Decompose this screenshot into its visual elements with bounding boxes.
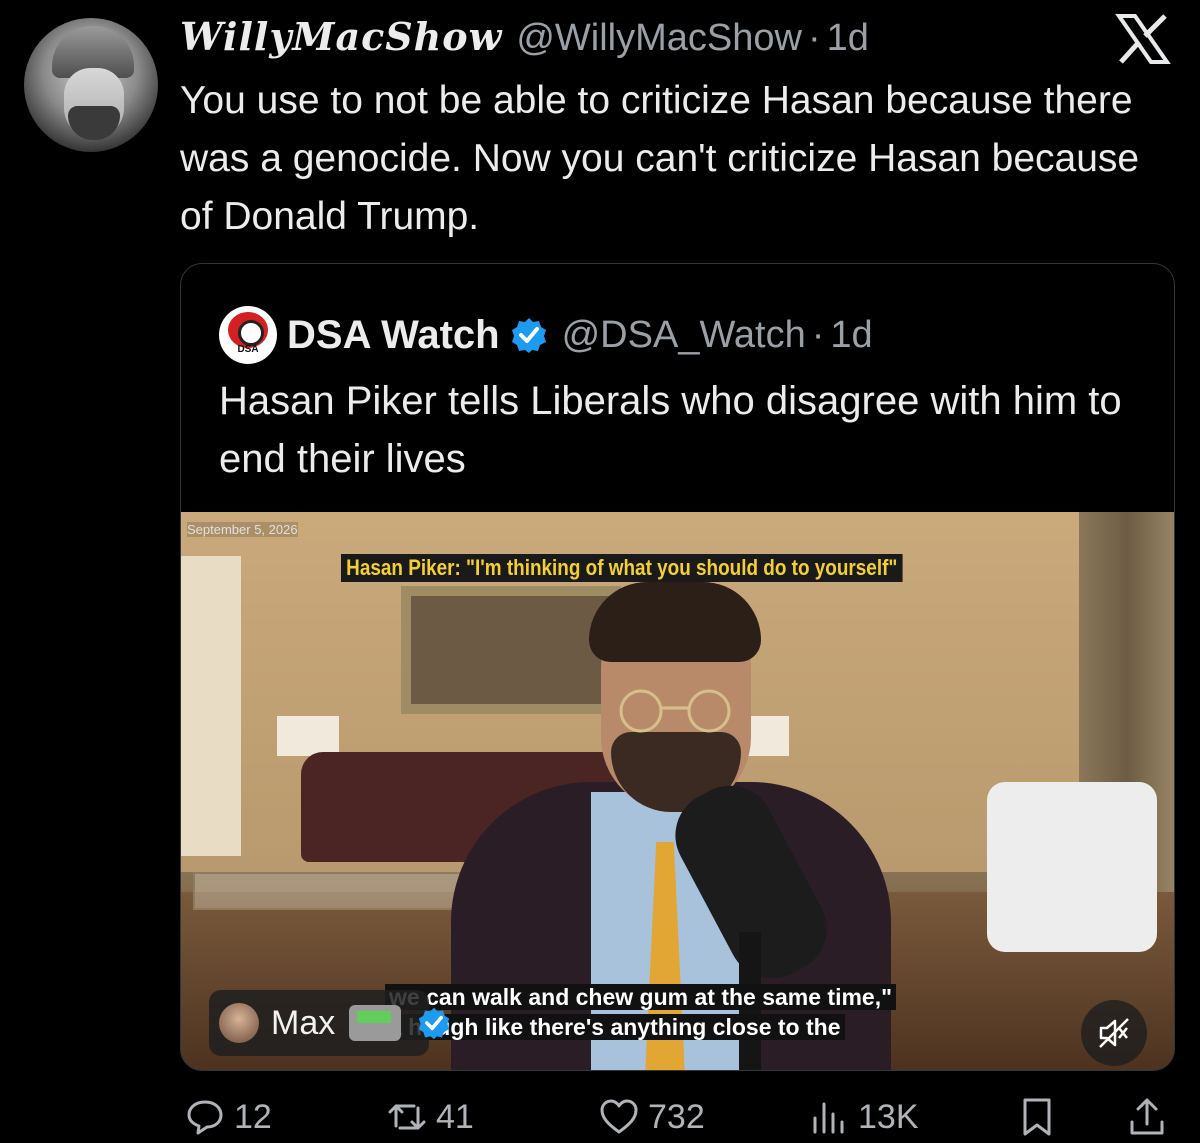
creator-pill[interactable]: Max xyxy=(209,990,429,1056)
x-logo-icon xyxy=(1115,14,1171,64)
quote-avatar[interactable]: DSA xyxy=(219,306,277,364)
video-person-hair xyxy=(589,582,761,662)
views-button[interactable]: 13K xyxy=(808,1092,919,1142)
video-player[interactable]: September 5, 2026 Hasan Piker: "I'm thin… xyxy=(181,512,1174,1070)
video-date-overlay: September 5, 2026 xyxy=(187,522,298,537)
pager-emoji-icon xyxy=(349,1005,402,1041)
quote-avatar-emblem xyxy=(228,312,268,348)
bookmark-icon xyxy=(1023,1098,1051,1136)
repost-button[interactable]: 41 xyxy=(386,1092,474,1142)
bookmark-button[interactable] xyxy=(1016,1092,1058,1142)
reply-button[interactable]: 12 xyxy=(184,1092,272,1142)
tweet-header: WillyMacShow @WillyMacShow · 1d xyxy=(180,14,869,60)
quote-separator-dot: · xyxy=(811,313,825,356)
views-count: 13K xyxy=(858,1097,919,1136)
creator-name: Max xyxy=(271,1003,336,1042)
quote-avatar-label: DSA xyxy=(237,344,259,355)
author-avatar[interactable] xyxy=(24,18,158,152)
video-subtitles: we can walk and chew gum at the same tim… xyxy=(385,982,955,1042)
tweet-time[interactable]: 1d xyxy=(827,17,869,60)
action-bar: 12 41 732 13K xyxy=(0,1092,1200,1142)
video-top-caption: Hasan Piker: "I'm thinking of what you s… xyxy=(341,554,903,582)
quote-time[interactable]: 1d xyxy=(830,314,872,357)
quote-handle[interactable]: @DSA_Watch xyxy=(562,314,806,357)
separator-dot: · xyxy=(807,17,821,59)
quoted-tweet[interactable]: DSA DSA Watch @DSA_Watch · 1d Hasan Pike… xyxy=(180,263,1175,1071)
author-handle[interactable]: @WillyMacShow xyxy=(516,17,802,60)
share-button[interactable] xyxy=(1126,1092,1168,1142)
creator-avatar xyxy=(219,1003,259,1043)
video-lamp xyxy=(277,716,339,756)
like-count: 732 xyxy=(648,1097,705,1136)
quote-text: Hasan Piker tells Liberals who disagree … xyxy=(219,379,1122,481)
repost-icon xyxy=(388,1104,426,1130)
video-person-glasses xyxy=(619,689,731,733)
video-coffee-table xyxy=(193,872,473,910)
video-armchair xyxy=(987,782,1157,952)
author-display-name[interactable]: WillyMacShow xyxy=(180,14,502,59)
like-icon xyxy=(600,1099,638,1134)
avatar-beard xyxy=(68,106,120,140)
mute-icon xyxy=(1099,1018,1129,1048)
creator-verified-icon xyxy=(418,1007,450,1040)
verified-badge-icon xyxy=(511,318,546,353)
subtitle-line-2: a hough like there's anything close to t… xyxy=(385,1014,845,1040)
repost-count: 41 xyxy=(436,1097,474,1136)
views-icon xyxy=(813,1102,844,1134)
reply-icon xyxy=(187,1100,223,1135)
reply-count: 12 xyxy=(234,1097,272,1136)
share-icon xyxy=(1130,1098,1164,1135)
subtitle-line-1: we can walk and chew gum at the same tim… xyxy=(385,984,897,1010)
mute-button[interactable] xyxy=(1081,1000,1147,1066)
video-mirror xyxy=(401,586,621,714)
quote-display-name[interactable]: DSA Watch xyxy=(287,313,500,358)
tweet-text: You use to not be able to criticize Hasa… xyxy=(180,79,1140,238)
video-door xyxy=(181,556,241,856)
quoted-tweet-header: DSA DSA Watch @DSA_Watch · 1d xyxy=(219,306,873,364)
like-button[interactable]: 732 xyxy=(598,1092,705,1142)
